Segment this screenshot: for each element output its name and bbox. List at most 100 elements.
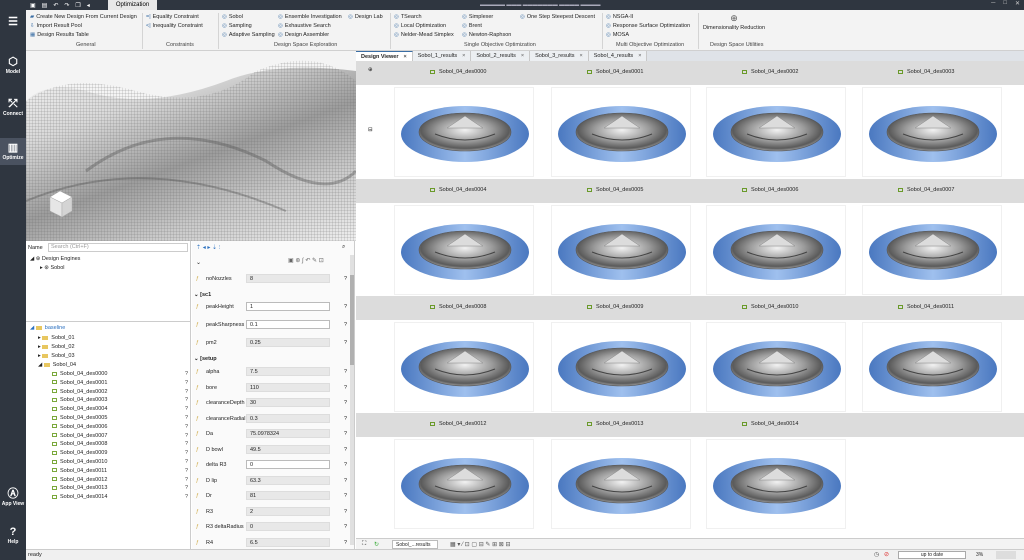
undo-icon[interactable]: ↶ [53,2,58,9]
design-thumbnail[interactable] [706,439,846,529]
close-icon[interactable]: ✕ [1015,0,1020,7]
maximize-icon[interactable]: □ [1003,0,1007,7]
local-optimization-button[interactable]: ◎ Local Optimization [394,22,454,31]
menu-icon[interactable]: ☰ [0,16,26,29]
design-node[interactable]: Sobol_04_des0007 [52,433,107,439]
property-value[interactable]: 0 [246,522,330,531]
model-button[interactable]: ⬡ Model [0,56,26,75]
brent-button[interactable]: ◎ Brent [462,22,511,31]
design-thumbnail[interactable] [862,322,1002,412]
design-node[interactable]: Sobol_04_des0010 [52,459,107,465]
search-icon[interactable]: ⌕ [342,244,345,251]
view-tools[interactable]: ▦ ▾ ⁄ ⊡ ▢ ⊟ ✎ ⊞ ⊠ ⊟ [450,541,511,548]
sobol-engine-node[interactable]: ▸ ⊛ Sobol [40,265,65,271]
import-pool-button[interactable]: ⇩ Import Result Pool [30,22,137,31]
tab-design-viewer[interactable]: Design Viewer × [356,51,413,61]
mosa-button[interactable]: ◎ MOSA [606,31,690,40]
design-thumbnail[interactable] [394,87,534,177]
property-value[interactable]: 63.3 [246,475,330,485]
property-value[interactable]: 0.3 [246,413,330,423]
design-node[interactable]: Sobol_04_des0003 [52,397,107,403]
collapse-row-icon[interactable]: ⊟ [368,127,373,133]
design-node[interactable]: Sobol_04_des0013 [52,485,107,491]
tab-sobol-4-results[interactable]: Sobol_4_results × [588,51,648,61]
design-node[interactable]: Sobol_04_des0009 [52,450,107,456]
design-thumbnail[interactable] [394,322,534,412]
sampling-button[interactable]: ◎ Sampling [222,22,275,31]
design-thumbnail[interactable] [551,322,691,412]
help-button[interactable]: ? Help [0,526,26,545]
redo-icon[interactable]: ↷ [64,2,69,9]
inequality-constraint-button[interactable]: <| Inequality Constraint [146,22,203,31]
create-design-button[interactable]: ▰ Create New Design From Current Design [30,13,137,22]
tab-optimization[interactable]: Optimization [107,0,158,10]
nav-arrows[interactable]: ⇡ ◂ ▸ ⇣ ⫶ [196,244,220,252]
tab-sobol-2-results[interactable]: Sobol_2_results × [471,51,531,61]
property-value[interactable]: 0.25 [246,338,330,347]
property-value[interactable]: 75.0978324 [246,429,330,438]
property-value[interactable]: 7.5 [246,367,330,376]
property-value[interactable]: 49.5 [246,444,330,454]
back-icon[interactable]: ◂ [87,2,90,9]
tab-sobol-3-results[interactable]: Sobol_3_results × [530,51,589,61]
design-node[interactable]: Sobol_04_des0014 [52,494,107,500]
save-icon[interactable]: ▤ [42,2,48,9]
folder-node[interactable]: ▸ Sobol_03 [38,353,75,359]
fit-icon[interactable]: ⛶ [362,541,366,548]
property-value[interactable]: 81 [246,491,330,500]
equality-constraint-button[interactable]: =| Equality Constraint [146,13,203,22]
exhaustive-search-button[interactable]: ◎ Exhaustive Search [278,22,342,31]
design-lab-button[interactable]: ◎ Design Lab [348,13,383,22]
connect-button[interactable]: ⤱ Connect [0,98,26,117]
refresh-icon[interactable]: ↻ [374,541,379,548]
design-thumbnail[interactable] [862,87,1002,177]
property-value[interactable]: 30 [246,398,330,407]
baseline-node[interactable]: ◢ baseline [30,325,65,331]
design-thumbnail[interactable] [551,205,691,295]
nsga-ii-button[interactable]: ◎ NSGA-II [606,13,690,22]
scrollbar[interactable] [350,255,354,545]
ensemble-investigation-button[interactable]: ◎ Ensemble Investigation [278,13,342,22]
results-selector[interactable]: Sobol_...results [392,540,438,549]
design-thumbnail[interactable] [862,205,1002,295]
property-value[interactable]: 110 [246,382,330,392]
app-view-button[interactable]: Ⓐ App View [0,488,26,507]
design-thumbnail[interactable] [551,439,691,529]
tab-sobol-1-results[interactable]: Sobol_1_results × [412,51,472,61]
design-node[interactable]: Sobol_04_des0006 [52,424,107,430]
design-node[interactable]: Sobol_04_des0012 [52,477,107,483]
design-node[interactable]: Sobol_04_des0008 [52,441,107,447]
design-thumbnail[interactable] [706,87,846,177]
design-assembler-button[interactable]: ◎ Design Assembler [278,31,342,40]
nelder-mead-button[interactable]: ◎ Nelder-Mead Simplex [394,31,454,40]
property-value[interactable]: 0.1 [246,320,330,329]
design-node[interactable]: Sobol_04_des0004 [52,406,107,412]
props-toolbar[interactable]: ▣ ⊛ ∫ ↶ ✎ ⊡ [288,257,324,264]
section-header[interactable]: ⌄ [sc1 [194,292,211,298]
collapse-icon[interactable]: ⌄ [196,259,201,266]
newton-raphson-button[interactable]: ◎ Newton-Raphson [462,31,511,40]
design-thumbnail[interactable] [394,205,534,295]
folder-node[interactable]: ▸ Sobol_02 [38,344,75,350]
adaptive-sampling-button[interactable]: ◎ Adaptive Sampling [222,31,275,40]
simplexer-button[interactable]: ◎ Simplexer [462,13,511,22]
design-node[interactable]: Sobol_04_des0011 [52,468,107,474]
design-node[interactable]: Sobol_04_des0000 [52,371,107,377]
copy-icon[interactable]: ❐ [75,2,80,9]
property-value[interactable]: 2 [246,506,330,516]
sobol-button[interactable]: ◎ Sobol [222,13,275,22]
response-surface-button[interactable]: ◎ Response Surface Optimization [606,22,690,31]
zoom-slider[interactable] [996,551,1016,559]
design-thumbnail[interactable] [394,439,534,529]
design-engines-node[interactable]: ◢ ⊛ Design Engines [30,256,80,262]
search-input[interactable]: Search (Ctrl+F) [48,243,188,252]
design-node[interactable]: Sobol_04_des0005 [52,415,107,421]
section-header[interactable]: ⌄ [setup [194,356,217,362]
results-table-button[interactable]: ▦ Design Results Table [30,31,137,40]
design-node[interactable]: Sobol_04_des0001 [52,380,107,386]
folder-node[interactable]: ▸ Sobol_01 [38,335,75,341]
folder-node[interactable]: ◢ Sobol_04 [38,362,76,368]
design-thumbnail[interactable] [706,322,846,412]
expand-all-icon[interactable]: ⊕ [368,67,373,73]
minimize-icon[interactable]: ─ [991,0,995,7]
